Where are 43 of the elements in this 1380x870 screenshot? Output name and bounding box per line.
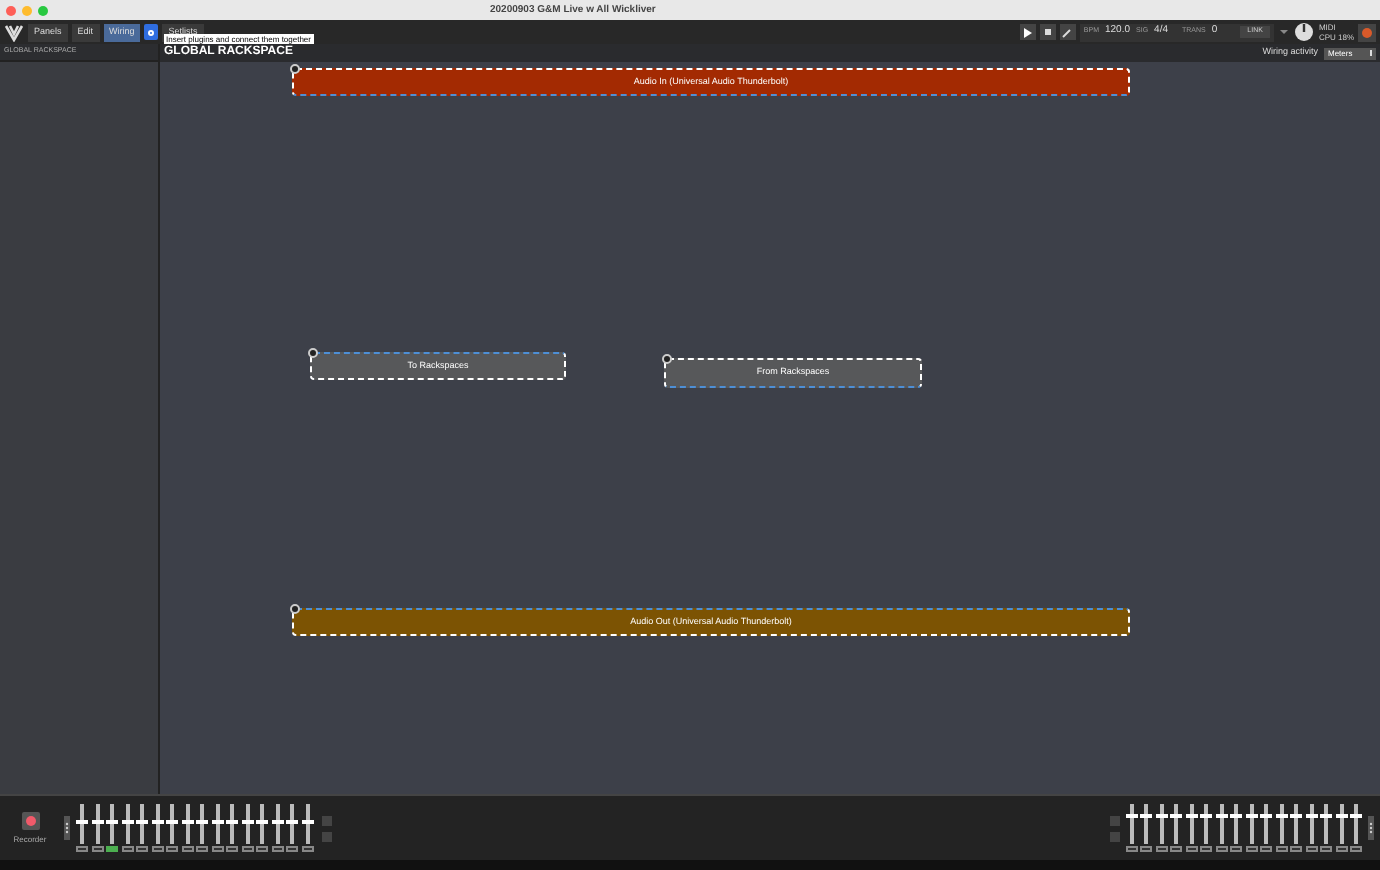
- fader-thumb[interactable]: [211, 820, 223, 825]
- fader-thumb[interactable]: [91, 820, 103, 825]
- fader-thumb[interactable]: [1215, 814, 1227, 819]
- play-button[interactable]: [1019, 24, 1036, 40]
- fader-thumb[interactable]: [151, 820, 163, 825]
- fader-thumb[interactable]: [226, 820, 238, 825]
- fader-thumb[interactable]: [286, 820, 298, 825]
- fader-thumb[interactable]: [1320, 814, 1332, 819]
- fader-thumb[interactable]: [1140, 814, 1152, 819]
- fader-thumb[interactable]: [301, 820, 313, 825]
- fader-thumb[interactable]: [1305, 814, 1317, 819]
- dropdown-icon[interactable]: [1278, 26, 1291, 38]
- fader-thumb[interactable]: [1170, 814, 1182, 819]
- fader-thumb[interactable]: [76, 820, 88, 825]
- fader-thumb[interactable]: [256, 820, 268, 825]
- fader-thumb[interactable]: [1275, 814, 1287, 819]
- fader-thumb[interactable]: [241, 820, 253, 825]
- plugin-icon[interactable]: [144, 24, 159, 40]
- logo-icon: [4, 23, 24, 41]
- power-icon[interactable]: [1358, 23, 1376, 41]
- fader-thumb[interactable]: [106, 820, 118, 825]
- fader-thumb[interactable]: [1200, 814, 1212, 819]
- fader-thumb[interactable]: [1185, 814, 1197, 819]
- fader-thumb[interactable]: [196, 820, 208, 825]
- fader-thumb[interactable]: [1245, 814, 1257, 819]
- fader-thumb[interactable]: [1290, 814, 1302, 819]
- fader-thumb[interactable]: [121, 820, 133, 825]
- fader-thumb[interactable]: [1260, 814, 1272, 819]
- fader-thumb[interactable]: [166, 820, 178, 825]
- more-icon[interactable]: [64, 816, 70, 840]
- fader-thumb[interactable]: [1335, 814, 1347, 819]
- close-button[interactable]: [6, 5, 16, 15]
- record-button[interactable]: [21, 811, 39, 829]
- fader-thumb[interactable]: [136, 820, 148, 825]
- metronome-knob-icon[interactable]: [1294, 22, 1315, 42]
- fader-thumb[interactable]: [1350, 814, 1362, 819]
- more-icon[interactable]: [1368, 816, 1374, 840]
- fader-thumb[interactable]: [1125, 814, 1137, 819]
- fader-thumb[interactable]: [271, 820, 283, 825]
- fader-thumb[interactable]: [1230, 814, 1242, 819]
- fader-thumb[interactable]: [1155, 814, 1167, 819]
- fader-thumb[interactable]: [181, 820, 193, 825]
- record-button[interactable]: [1039, 24, 1056, 40]
